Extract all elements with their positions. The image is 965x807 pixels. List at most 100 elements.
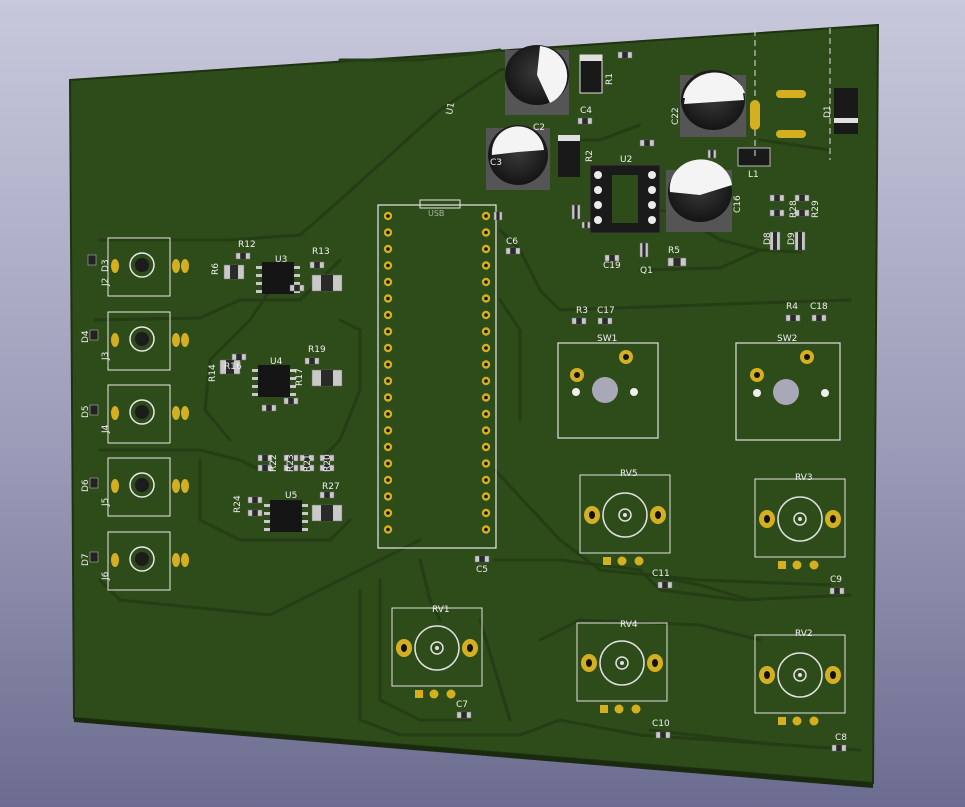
- header-pin-hole: [386, 230, 390, 235]
- header-pin-hole: [484, 230, 488, 235]
- smd-part-body: [321, 370, 333, 386]
- svg-text:RV1: RV1: [432, 605, 450, 615]
- header-pin-hole: [484, 428, 488, 433]
- smd-part-body: [834, 588, 840, 594]
- svg-text:RV4: RV4: [620, 620, 638, 630]
- svg-text:RV2: RV2: [795, 629, 813, 639]
- header-pin-hole: [386, 445, 390, 449]
- header-pin-hole: [484, 280, 488, 284]
- svg-text:J3: J3: [101, 352, 111, 361]
- svg-text:U2: U2: [620, 155, 632, 165]
- smd-part-body: [673, 258, 681, 266]
- svg-text:R27: R27: [322, 482, 340, 492]
- smd-part-body: [602, 318, 608, 324]
- svg-text:U3: U3: [275, 255, 287, 265]
- svg-text:C5: C5: [476, 565, 488, 575]
- svg-text:D3: D3: [101, 259, 111, 272]
- svg-text:D9: D9: [787, 232, 797, 245]
- header-pin-hole: [484, 511, 488, 515]
- svg-text:J6: J6: [101, 571, 111, 581]
- smd-part-body: [774, 195, 780, 201]
- smd-part-body: [266, 405, 272, 411]
- svg-text:R29: R29: [811, 200, 821, 218]
- header-pin-hole: [386, 511, 390, 515]
- smd-part-body: [710, 150, 714, 158]
- smd-part-body: [584, 222, 588, 228]
- svg-text:SW1: SW1: [597, 334, 617, 344]
- header-pin-hole: [484, 247, 488, 251]
- svg-text:C19: C19: [603, 261, 621, 271]
- svg-text:R20: R20: [323, 454, 333, 472]
- header-pin-hole: [484, 445, 488, 449]
- cap-c16: [666, 159, 732, 232]
- header-pin-hole: [386, 346, 390, 350]
- smd-part-body: [321, 275, 333, 291]
- cap-c2: [505, 45, 569, 115]
- ic-u5[interactable]: [264, 500, 308, 532]
- svg-text:R19: R19: [308, 345, 326, 355]
- smd-part-body: [240, 253, 246, 259]
- header-pin-hole: [386, 428, 390, 433]
- smd-part-body: [574, 205, 578, 219]
- svg-text:C22: C22: [671, 107, 681, 125]
- smd-part-body: [324, 492, 330, 498]
- header-pin-hole: [484, 362, 488, 367]
- svg-text:D7: D7: [81, 553, 91, 566]
- smd-part-body: [576, 318, 582, 324]
- smd-part-body: [790, 315, 796, 321]
- svg-text:C18: C18: [810, 302, 828, 312]
- svg-text:C9: C9: [830, 575, 842, 585]
- smd-part-body: [816, 315, 822, 321]
- header-pin-hole: [484, 346, 488, 350]
- svg-text:J4: J4: [101, 424, 111, 434]
- pcb-3d-viewport[interactable]: USB U1 U2 U3 U4 U5 C2 C3 C4 C5 C6 C7 C8 …: [0, 0, 965, 807]
- smd-part-body: [314, 262, 320, 268]
- svg-text:C8: C8: [835, 733, 847, 743]
- svg-text:R12: R12: [238, 240, 256, 250]
- usb-label: USB: [428, 209, 444, 218]
- svg-text:R3: R3: [576, 306, 588, 316]
- svg-text:R14: R14: [208, 364, 218, 382]
- smd-part-body: [252, 510, 258, 516]
- header-pin-hole: [386, 379, 390, 383]
- pcb-board-render: USB U1 U2 U3 U4 U5 C2 C3 C4 C5 C6 C7 C8 …: [68, 23, 880, 788]
- smd-part-body: [773, 232, 777, 250]
- smd-part-body: [660, 732, 666, 738]
- ic-socket-u2[interactable]: [589, 164, 661, 234]
- header-pin-hole: [484, 527, 488, 532]
- diode-d1: [834, 88, 858, 134]
- ic-u4[interactable]: [252, 365, 296, 397]
- svg-text:R22: R22: [269, 454, 279, 472]
- svg-text:C3: C3: [490, 158, 502, 168]
- svg-text:R28: R28: [789, 200, 799, 218]
- header-pin-hole: [386, 461, 390, 466]
- svg-text:C10: C10: [652, 719, 670, 729]
- smd-part-body: [662, 582, 668, 588]
- smd-part-body: [582, 118, 588, 124]
- svg-text:R13: R13: [312, 247, 330, 257]
- svg-text:R21: R21: [303, 454, 313, 472]
- header-pin-hole: [484, 478, 488, 482]
- svg-text:C2: C2: [533, 123, 545, 133]
- svg-text:SW2: SW2: [777, 334, 797, 344]
- svg-text:R2: R2: [585, 150, 595, 162]
- header-pin-hole: [386, 329, 390, 334]
- svg-text:R24: R24: [233, 495, 243, 513]
- header-pin-hole: [386, 214, 390, 218]
- svg-text:R4: R4: [786, 302, 798, 312]
- header-pin-hole: [484, 395, 488, 400]
- smd-part-body: [236, 354, 242, 360]
- header-pin-hole: [484, 329, 488, 334]
- smd-part-body: [642, 243, 646, 257]
- svg-text:U4: U4: [270, 357, 283, 367]
- header-pin-hole: [484, 263, 488, 268]
- cap-c22: [680, 70, 746, 137]
- smd-part-body: [294, 285, 300, 291]
- smd-part-body: [252, 497, 258, 503]
- svg-text:C11: C11: [652, 569, 670, 579]
- svg-text:RV5: RV5: [620, 469, 638, 479]
- svg-text:J2: J2: [101, 278, 111, 287]
- smd-part-body: [644, 140, 650, 146]
- header-pin-hole: [386, 247, 390, 251]
- svg-text:U5: U5: [285, 491, 297, 501]
